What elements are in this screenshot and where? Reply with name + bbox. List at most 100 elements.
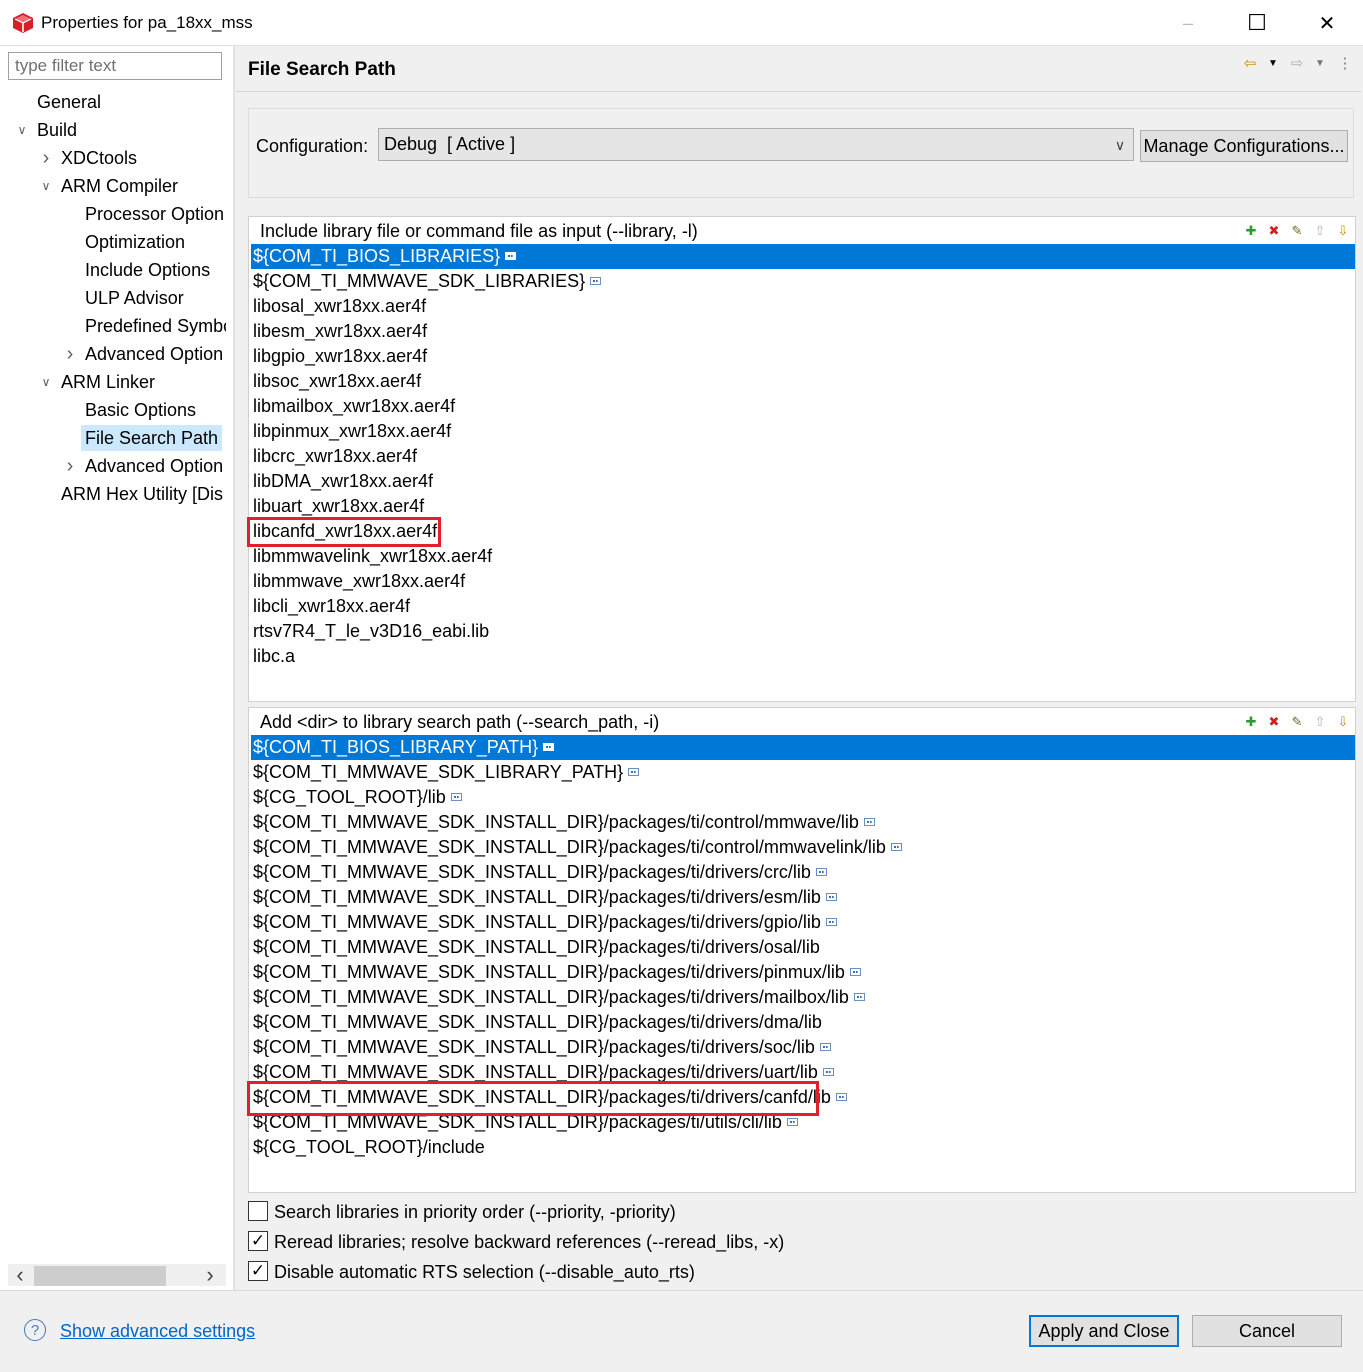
highlight-box [247, 1081, 819, 1116]
app-cube-icon [13, 13, 33, 33]
filter-input[interactable] [8, 52, 222, 80]
search-path-item[interactable]: ${COM_TI_MMWAVE_SDK_INSTALL_DIR}/package… [251, 1035, 1355, 1060]
move-up-icon[interactable]: ⇧ [1311, 713, 1329, 731]
back-dropdown-icon[interactable]: ▼ [1263, 54, 1283, 72]
tree-item-arm-hex-utility[interactable]: ARM Hex Utility [Dis [61, 481, 223, 507]
tree-item-general[interactable]: General [37, 89, 101, 115]
search-path-item[interactable]: ${CG_TOOL_ROOT}/include [251, 1135, 1355, 1160]
scroll-left-icon[interactable]: ‹ [9, 1262, 31, 1287]
tree-item-build[interactable]: Build [37, 117, 77, 143]
tree-item-file-search-path[interactable]: File Search Path [81, 425, 223, 451]
manage-configurations-button[interactable]: Manage Configurations... [1140, 130, 1348, 162]
search-path-item[interactable]: ${COM_TI_MMWAVE_SDK_INSTALL_DIR}/package… [251, 985, 1355, 1010]
library-item[interactable]: rtsv7R4_T_le_v3D16_eabi.lib [251, 619, 1355, 644]
search-path-item[interactable]: ${COM_TI_MMWAVE_SDK_INSTALL_DIR}/package… [251, 1010, 1355, 1035]
variable-icon [825, 893, 837, 901]
library-item[interactable]: libesm_xwr18xx.aer4f [251, 319, 1355, 344]
add-icon[interactable]: ✚ [1242, 222, 1260, 240]
library-item[interactable]: libosal_xwr18xx.aer4f [251, 294, 1355, 319]
tree-item-processor-options[interactable]: Processor Option [85, 201, 224, 227]
move-down-icon[interactable]: ⇩ [1334, 222, 1352, 240]
variable-icon [835, 1093, 847, 1101]
page-title: File Search Path [248, 59, 396, 80]
cancel-button[interactable]: Cancel [1192, 1315, 1342, 1347]
add-icon[interactable]: ✚ [1242, 713, 1260, 731]
edit-icon[interactable]: ✎ [1288, 222, 1306, 240]
move-down-icon[interactable]: ⇩ [1334, 713, 1352, 731]
tree-item-ulp-advisor[interactable]: ULP Advisor [85, 285, 184, 311]
scroll-right-icon[interactable]: › [199, 1262, 221, 1287]
library-item[interactable]: libsoc_xwr18xx.aer4f [251, 369, 1355, 394]
delete-icon[interactable]: ✖ [1265, 713, 1283, 731]
forward-dropdown-icon[interactable]: ▼ [1310, 54, 1330, 72]
maximize-button[interactable]: ☐ [1237, 8, 1277, 38]
search-path-item[interactable]: ${COM_TI_MMWAVE_SDK_INSTALL_DIR}/package… [251, 885, 1355, 910]
configuration-select[interactable]: Debug [ Active ] [378, 128, 1134, 161]
library-item[interactable]: ${COM_TI_BIOS_LIBRARIES} [251, 244, 1355, 269]
library-item[interactable]: ${COM_TI_MMWAVE_SDK_LIBRARIES} [251, 269, 1355, 294]
library-item[interactable]: libDMA_xwr18xx.aer4f [251, 469, 1355, 494]
priority-label: Search libraries in priority order (--pr… [274, 1202, 676, 1222]
search-path-item[interactable]: ${COM_TI_MMWAVE_SDK_INSTALL_DIR}/package… [251, 935, 1355, 960]
variable-icon [890, 843, 902, 851]
search-path-item[interactable]: ${COM_TI_BIOS_LIBRARY_PATH} [251, 735, 1355, 760]
disable-auto-rts-checkbox[interactable]: ✓ [248, 1261, 268, 1281]
tree-item-linker-advanced-options[interactable]: Advanced Option [85, 453, 223, 479]
minimize-button[interactable]: – [1168, 8, 1208, 38]
search-path-item[interactable]: ${COM_TI_MMWAVE_SDK_LIBRARY_PATH} [251, 760, 1355, 785]
show-advanced-settings-link[interactable]: Show advanced settings [60, 1321, 255, 1342]
tree-item-arm-compiler[interactable]: ARM Compiler [61, 173, 178, 199]
chevron-down-icon[interactable]: ∨ [39, 369, 53, 395]
variable-icon [825, 918, 837, 926]
disable-auto-rts-label: Disable automatic RTS selection (--disab… [274, 1262, 695, 1282]
chevron-down-icon[interactable]: ∨ [39, 173, 53, 199]
chevron-right-icon[interactable]: › [63, 341, 77, 367]
chevron-down-icon[interactable]: ∨ [15, 117, 29, 143]
library-item[interactable]: libuart_xwr18xx.aer4f [251, 494, 1355, 519]
tree-item-optimization[interactable]: Optimization [85, 229, 185, 255]
variable-icon [815, 868, 827, 876]
library-item[interactable]: libcli_xwr18xx.aer4f [251, 594, 1355, 619]
library-item[interactable]: libcrc_xwr18xx.aer4f [251, 444, 1355, 469]
pane-divider[interactable] [233, 46, 235, 1290]
delete-icon[interactable]: ✖ [1265, 222, 1283, 240]
library-item[interactable]: libpinmux_xwr18xx.aer4f [251, 419, 1355, 444]
tree-item-include-options[interactable]: Include Options [85, 257, 210, 283]
reread-libraries-label: Reread libraries; resolve backward refer… [274, 1232, 785, 1252]
variable-icon [819, 1043, 831, 1051]
tree-item-xdctools[interactable]: XDCtools [61, 145, 137, 171]
search-path-item[interactable]: ${COM_TI_MMWAVE_SDK_INSTALL_DIR}/package… [251, 835, 1355, 860]
title-separator [236, 91, 1361, 92]
variable-icon [822, 1068, 834, 1076]
library-item[interactable]: libmailbox_xwr18xx.aer4f [251, 394, 1355, 419]
back-arrow-icon[interactable]: ⇦ [1240, 54, 1260, 72]
library-item[interactable]: libgpio_xwr18xx.aer4f [251, 344, 1355, 369]
view-menu-icon[interactable]: ⋮ [1335, 54, 1355, 72]
library-item[interactable]: libmmwavelink_xwr18xx.aer4f [251, 544, 1355, 569]
apply-and-close-button[interactable]: Apply and Close [1029, 1315, 1179, 1347]
scrollbar-thumb[interactable] [34, 1266, 166, 1286]
chevron-down-icon[interactable]: ∨ [1108, 130, 1132, 160]
priority-checkbox[interactable] [248, 1201, 268, 1221]
library-item[interactable]: libmmwave_xwr18xx.aer4f [251, 569, 1355, 594]
variable-icon [863, 818, 875, 826]
tree-item-compiler-advanced-options[interactable]: Advanced Option [85, 341, 223, 367]
search-path-item[interactable]: ${COM_TI_MMWAVE_SDK_INSTALL_DIR}/package… [251, 960, 1355, 985]
search-path-item[interactable]: ${COM_TI_MMWAVE_SDK_INSTALL_DIR}/package… [251, 860, 1355, 885]
move-up-icon[interactable]: ⇧ [1311, 222, 1329, 240]
tree-item-predefined-symbols[interactable]: Predefined Symbo [85, 313, 226, 339]
tree-item-arm-linker[interactable]: ARM Linker [61, 369, 155, 395]
search-path-item[interactable]: ${CG_TOOL_ROOT}/lib [251, 785, 1355, 810]
tree-item-basic-options[interactable]: Basic Options [85, 397, 196, 423]
search-path-item[interactable]: ${COM_TI_MMWAVE_SDK_INSTALL_DIR}/package… [251, 810, 1355, 835]
search-path-item[interactable]: ${COM_TI_MMWAVE_SDK_INSTALL_DIR}/package… [251, 910, 1355, 935]
reread-libraries-checkbox[interactable]: ✓ [248, 1231, 268, 1251]
close-button[interactable]: ✕ [1307, 8, 1347, 38]
edit-icon[interactable]: ✎ [1288, 713, 1306, 731]
chevron-right-icon[interactable]: › [63, 453, 77, 479]
configuration-label: Configuration: [256, 136, 369, 156]
help-icon[interactable]: ? [24, 1319, 46, 1341]
forward-arrow-icon[interactable]: ⇨ [1287, 54, 1307, 72]
library-item[interactable]: libc.a [251, 644, 1355, 669]
chevron-right-icon[interactable]: › [39, 145, 53, 171]
